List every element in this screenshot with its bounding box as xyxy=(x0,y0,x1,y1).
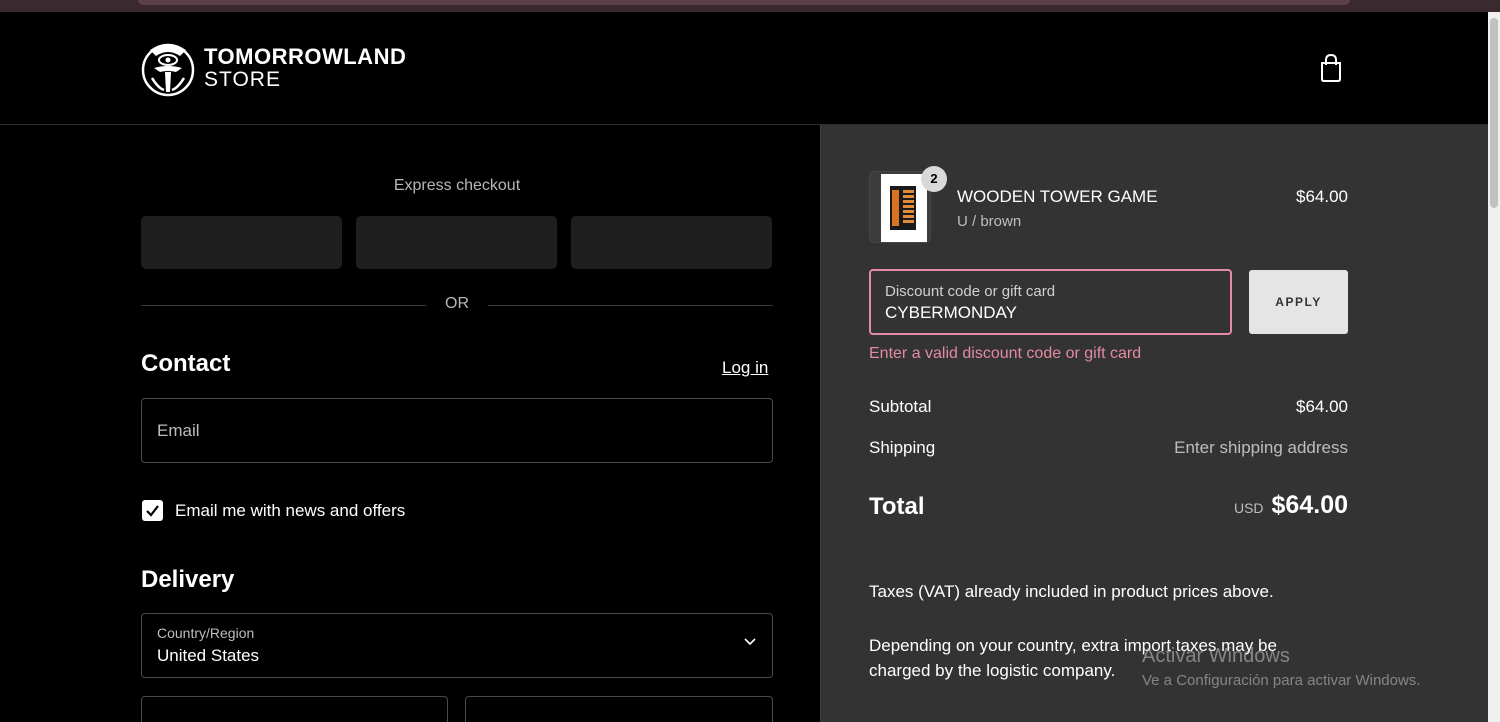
shopping-bag-icon[interactable] xyxy=(1320,54,1342,82)
or-label: OR xyxy=(445,295,469,312)
import-note-line2: charged by the logistic company. xyxy=(869,661,1116,680)
express-checkout-title: Express checkout xyxy=(393,177,521,194)
product-variant: U / brown xyxy=(957,213,1022,230)
brand-name: TOMORROWLAND xyxy=(204,44,407,69)
brand-subtitle: STORE xyxy=(204,68,281,91)
contact-heading: Contact xyxy=(141,350,231,377)
email-placeholder: Email xyxy=(157,421,200,440)
login-link[interactable]: Log in xyxy=(722,358,768,378)
windows-activation-watermark: Activar Windows Ve a Configuración para … xyxy=(1142,645,1420,689)
last-name-field[interactable] xyxy=(465,696,773,722)
discount-value: CYBERMONDAY xyxy=(885,303,1017,322)
delivery-heading: Delivery xyxy=(141,566,235,593)
country-label: Country/Region xyxy=(157,625,255,641)
wooden-tower-product-image xyxy=(890,186,916,230)
page-scrollbar[interactable] xyxy=(1488,12,1500,722)
store-logo[interactable]: TOMORROWLAND STORE xyxy=(140,38,406,98)
shipping-label: Shipping xyxy=(869,438,936,457)
total-value: $64.00 xyxy=(1271,491,1348,519)
total-amount: USD $64.00 xyxy=(1234,491,1348,520)
discount-code-field[interactable]: Discount code or gift card CYBERMONDAY xyxy=(869,269,1232,335)
checkmark-icon xyxy=(146,505,159,517)
email-field[interactable]: Email xyxy=(141,398,773,463)
tomorrowland-logo-icon xyxy=(141,43,195,97)
order-summary: 2 WOODEN TOWER GAME U / brown $64.00 Dis… xyxy=(820,125,1488,722)
total-currency: USD xyxy=(1233,500,1264,516)
site-header: TOMORROWLAND STORE xyxy=(0,12,1488,125)
express-pay-button-2[interactable] xyxy=(356,216,557,269)
newsletter-label: Email me with news and offers xyxy=(175,501,406,520)
express-pay-button-1[interactable] xyxy=(141,216,342,269)
country-value: United States xyxy=(157,646,260,665)
discount-label: Discount code or gift card xyxy=(885,283,1056,300)
chevron-down-icon xyxy=(744,638,756,646)
express-pay-button-3[interactable] xyxy=(571,216,772,269)
watermark-subtitle: Ve a Configuración para activar Windows. xyxy=(1142,672,1421,689)
first-name-field[interactable] xyxy=(141,696,448,722)
watermark-title: Activar Windows xyxy=(1142,645,1290,667)
country-select[interactable]: Country/Region United States xyxy=(141,613,773,678)
browser-top-strip xyxy=(0,0,1500,12)
tax-note: Taxes (VAT) already included in product … xyxy=(869,582,1274,601)
or-divider: OR xyxy=(141,295,773,315)
product-price: $64.00 xyxy=(1296,187,1348,206)
subtotal-value: $64.00 xyxy=(1296,397,1348,416)
product-name: WOODEN TOWER GAME xyxy=(957,187,1158,206)
shipping-value: Enter shipping address xyxy=(1174,438,1348,457)
newsletter-checkbox[interactable] xyxy=(142,500,163,521)
subtotal-label: Subtotal xyxy=(869,397,932,416)
apply-button[interactable]: APPLY xyxy=(1249,270,1348,334)
quantity-badge: 2 xyxy=(921,166,947,192)
browser-bar xyxy=(138,0,1350,5)
checkout-form: Express checkout OR Contact Log in Email… xyxy=(0,125,820,722)
discount-error-message: Enter a valid discount code or gift card xyxy=(869,345,1142,362)
total-label: Total xyxy=(869,493,925,520)
scrollbar-thumb[interactable] xyxy=(1490,18,1498,208)
